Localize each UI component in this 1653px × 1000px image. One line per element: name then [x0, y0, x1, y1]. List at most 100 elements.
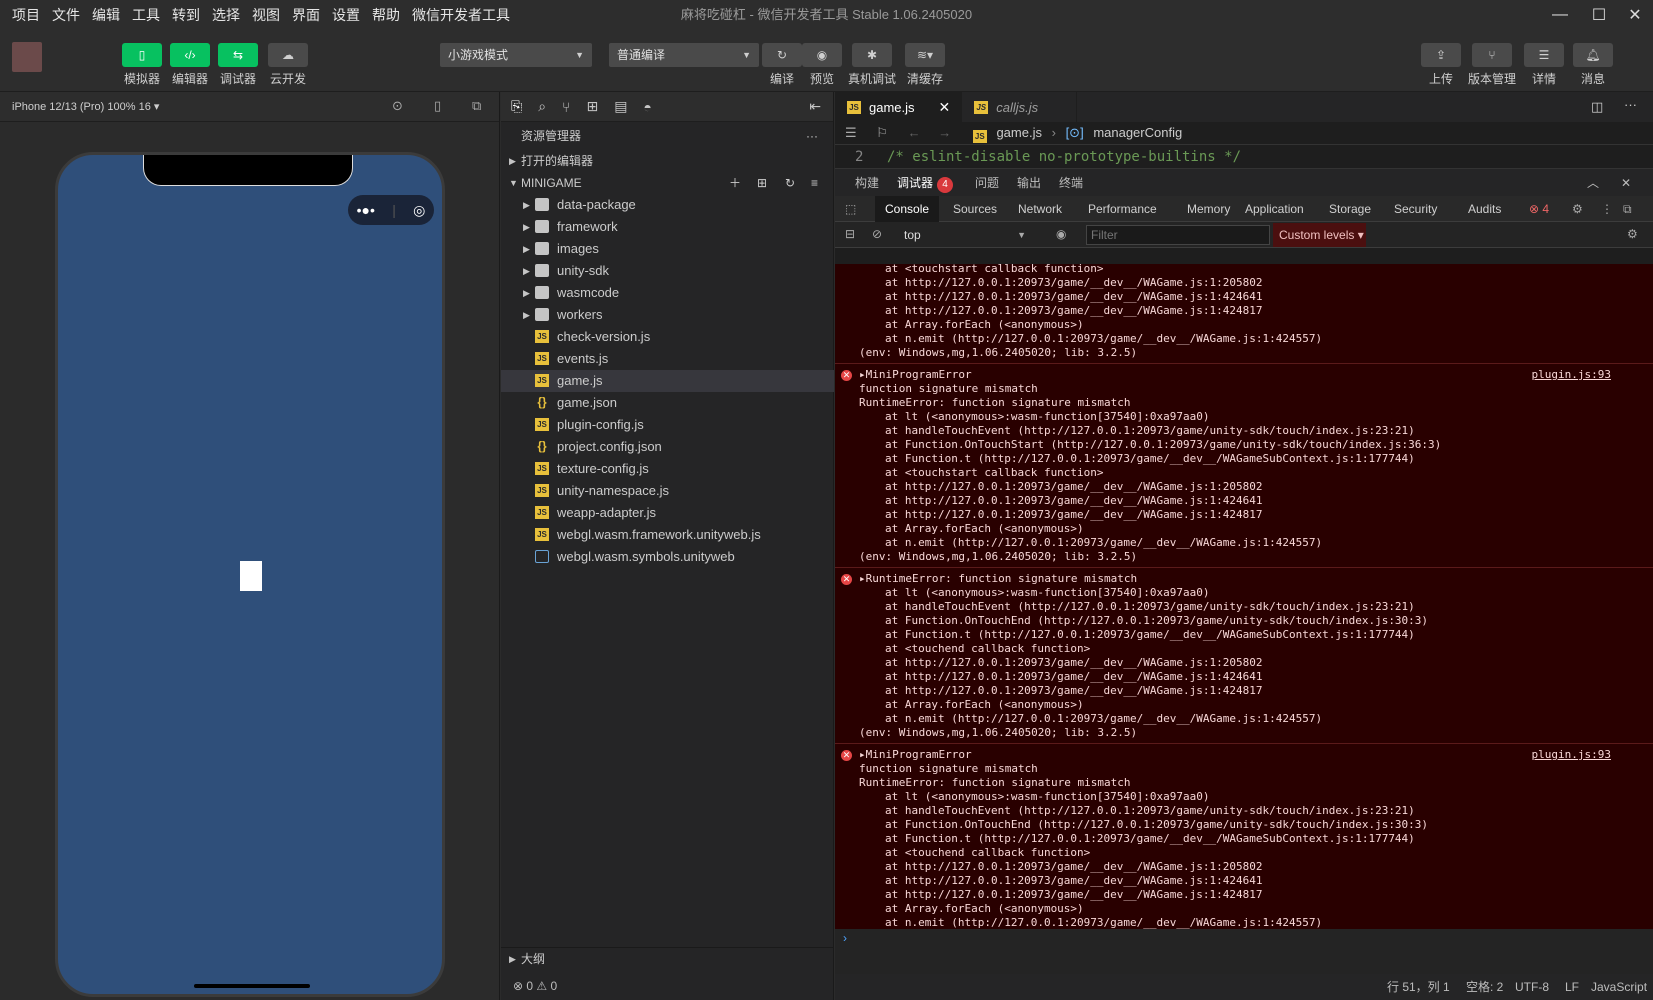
back-arrow-icon[interactable]: ← — [908, 125, 921, 140]
log-line[interactable]: at http://127.0.0.1:20973/game/__dev__/W… — [835, 888, 1653, 902]
cursor-position[interactable]: 行 51，列 1 — [1387, 974, 1450, 1000]
log-line[interactable]: at http://127.0.0.1:20973/game/__dev__/W… — [835, 684, 1653, 698]
file-item[interactable]: JS check-version.js — [501, 326, 834, 348]
log-line[interactable]: at http://127.0.0.1:20973/game/__dev__/W… — [835, 480, 1653, 494]
messages-button[interactable]: 🔔︎ — [1573, 43, 1613, 67]
extensions-icon[interactable]: ⊞ — [586, 98, 598, 115]
popout-icon[interactable]: ⧉ — [472, 98, 481, 114]
collapse-all-icon[interactable]: ≡ — [811, 172, 818, 194]
menu-wechat-devtools[interactable]: 微信开发者工具 — [406, 0, 516, 30]
folder-item[interactable]: ▶ wasmcode — [501, 282, 834, 304]
folder-item[interactable]: ▶ workers — [501, 304, 834, 326]
log-line[interactable]: ▸MiniProgramError — [835, 748, 1653, 762]
indentation[interactable]: 空格: 2 — [1466, 974, 1503, 1000]
menu-settings[interactable]: 设置 — [326, 0, 366, 30]
tab-debugger[interactable]: 调试器 4 — [897, 169, 954, 197]
context-select[interactable]: top ▼ — [894, 225, 1034, 245]
file-item[interactable]: JS weapp-adapter.js — [501, 502, 834, 524]
log-line[interactable]: at http://127.0.0.1:20973/game/__dev__/W… — [835, 656, 1653, 670]
file-item[interactable]: JS game.js — [501, 370, 834, 392]
debugger-toggle-button[interactable]: ⇆ — [218, 43, 258, 67]
mode-select[interactable]: 小游戏模式 ▼ — [440, 43, 592, 67]
log-line[interactable]: at http://127.0.0.1:20973/game/__dev__/W… — [835, 304, 1653, 318]
more-icon[interactable]: •●• — [357, 202, 375, 218]
menu-select[interactable]: 选择 — [206, 0, 246, 30]
close-panel-icon[interactable]: ✕ — [1621, 169, 1631, 197]
clear-cache-button[interactable]: ≋▾ — [905, 43, 945, 67]
editor-toggle-button[interactable]: ‹/› — [170, 43, 210, 67]
folder-item[interactable]: ▶ images — [501, 238, 834, 260]
compile-select[interactable]: 普通编译 ▼ — [609, 43, 759, 67]
split-editor-icon[interactable]: ◫ — [1591, 99, 1603, 115]
new-folder-icon[interactable]: ⊞ — [757, 172, 767, 194]
log-line[interactable]: at n.emit (http://127.0.0.1:20973/game/_… — [835, 712, 1653, 726]
breadcrumb-symbol[interactable]: managerConfig — [1093, 125, 1182, 140]
refresh-icon[interactable]: ↻ — [785, 172, 795, 194]
folder-item[interactable]: ▶ data-package — [501, 194, 834, 216]
eye-icon[interactable]: ◉ — [1056, 227, 1066, 241]
menu-view[interactable]: 视图 — [246, 0, 286, 30]
open-editors-section[interactable]: ▶ 打开的编辑器 — [501, 150, 834, 172]
log-line[interactable]: at n.emit (http://127.0.0.1:20973/game/_… — [835, 332, 1653, 346]
file-item[interactable]: JS webgl.wasm.framework.unityweb.js — [501, 524, 834, 546]
tab-game-js[interactable]: JS game.js ✕ — [835, 92, 963, 122]
console-settings-gear-icon[interactable]: ⚙ — [1627, 227, 1638, 241]
details-button[interactable]: ☰ — [1524, 43, 1564, 67]
log-line[interactable]: at n.emit (http://127.0.0.1:20973/game/_… — [835, 536, 1653, 550]
more-options-icon[interactable]: ··· — [806, 122, 818, 150]
code-editor[interactable]: 2 /* eslint-disable no-prototype-builtin… — [835, 144, 1653, 168]
filter-input[interactable] — [1086, 225, 1270, 245]
file-item[interactable]: JS plugin-config.js — [501, 414, 834, 436]
device-select[interactable]: iPhone 12/13 (Pro) 100% 16 ▾ — [12, 100, 159, 113]
phone-rotate-icon[interactable]: ▯ — [434, 98, 441, 114]
tab-audits[interactable]: Audits — [1468, 196, 1501, 222]
file-item[interactable]: {} project.config.json — [501, 436, 834, 458]
more-actions-icon[interactable]: ··· — [1624, 97, 1637, 112]
avatar[interactable] — [12, 42, 42, 72]
git-icon[interactable]: ⑂ — [562, 99, 570, 115]
log-line[interactable]: at http://127.0.0.1:20973/game/__dev__/W… — [835, 276, 1653, 290]
tab-build[interactable]: 构建 — [855, 169, 879, 197]
upload-button[interactable]: ⇪ — [1421, 43, 1461, 67]
log-line[interactable]: at handleTouchEvent (http://127.0.0.1:20… — [835, 424, 1653, 438]
log-line[interactable]: ▸MiniProgramError — [835, 368, 1653, 382]
menu-edit[interactable]: 编辑 — [86, 0, 126, 30]
line-ending[interactable]: LF — [1565, 974, 1579, 1000]
log-line[interactable]: at http://127.0.0.1:20973/game/__dev__/W… — [835, 508, 1653, 522]
list-icon[interactable]: ☰ — [845, 125, 857, 140]
log-line[interactable]: at http://127.0.0.1:20973/game/__dev__/W… — [835, 290, 1653, 304]
log-line[interactable]: at http://127.0.0.1:20973/game/__dev__/W… — [835, 670, 1653, 684]
log-line[interactable]: at Function.OnTouchEnd (http://127.0.0.1… — [835, 614, 1653, 628]
collapse-panel-icon[interactable]: ⇤ — [809, 98, 821, 115]
log-line[interactable]: at http://127.0.0.1:20973/game/__dev__/W… — [835, 860, 1653, 874]
inspect-element-icon[interactable]: ⬚ — [845, 196, 856, 222]
tab-performance[interactable]: Performance — [1088, 196, 1157, 222]
log-line[interactable]: at handleTouchEvent (http://127.0.0.1:20… — [835, 804, 1653, 818]
preview-button[interactable]: ◉ — [802, 43, 842, 67]
gear-icon[interactable]: ⚙ — [1572, 196, 1583, 222]
console-input[interactable]: › — [835, 929, 1653, 974]
capsule-menu[interactable]: •●• | ◎ — [348, 195, 434, 225]
log-line[interactable]: at http://127.0.0.1:20973/game/__dev__/W… — [835, 874, 1653, 888]
log-line[interactable]: at Function.OnTouchStart (http://127.0.0… — [835, 438, 1653, 452]
log-line[interactable]: at Function.t (http://127.0.0.1:20973/ga… — [835, 452, 1653, 466]
log-line[interactable]: ▸RuntimeError: function signature mismat… — [835, 572, 1653, 586]
close-target-icon[interactable]: ◎ — [413, 202, 425, 219]
forward-arrow-icon[interactable]: → — [938, 125, 951, 140]
file-item[interactable]: JS events.js — [501, 348, 834, 370]
kebab-menu-icon[interactable]: ⋮ — [1601, 196, 1613, 222]
search-icon[interactable]: ⌕ — [538, 98, 546, 115]
log-entry[interactable]: ✕ plugin.js:93 ▸MiniProgramError function s… — [835, 744, 1653, 929]
version-button[interactable]: ⑂ — [1472, 43, 1512, 67]
files-icon[interactable]: ⎘ — [511, 98, 522, 115]
dock-icon[interactable]: ⧉ — [1623, 196, 1632, 222]
tab-console[interactable]: Console — [875, 196, 940, 222]
menu-file[interactable]: 文件 — [46, 0, 86, 30]
file-item[interactable]: {} game.json — [501, 392, 834, 414]
menu-interface[interactable]: 界面 — [286, 0, 326, 30]
log-source-link[interactable]: plugin.js:93 — [1532, 748, 1611, 761]
close-window-icon[interactable]: ✕ — [1612, 0, 1653, 30]
docker-icon[interactable]: ◓ — [643, 99, 651, 115]
tab-storage[interactable]: Storage — [1329, 196, 1371, 222]
menu-goto[interactable]: 转到 — [166, 0, 206, 30]
